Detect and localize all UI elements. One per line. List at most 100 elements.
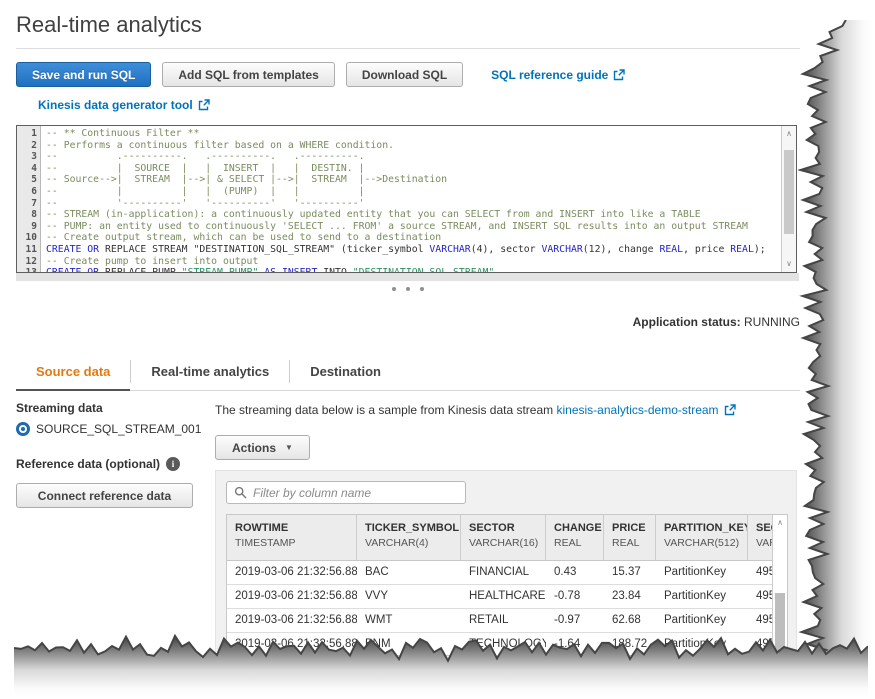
sql-reference-guide-link[interactable]: SQL reference guide — [491, 68, 625, 82]
sql-reference-guide-label: SQL reference guide — [491, 68, 608, 82]
sample-text: The streaming data below is a sample fro… — [215, 403, 553, 417]
column-header: SEQUENCE_NUMBERVARCHAR(128) — [748, 515, 774, 560]
actions-dropdown-button[interactable]: Actions ▼ — [215, 435, 310, 460]
table-cell: PartitionKey — [656, 609, 748, 632]
table-cell: 188.72 — [604, 633, 656, 656]
table-cell: HEALTHCARE — [461, 585, 546, 608]
page-title: Real-time analytics — [16, 12, 820, 38]
column-header: PRICEREAL — [604, 515, 656, 560]
editor-resize-handle[interactable] — [16, 284, 799, 291]
table-cell: -0.78 — [546, 585, 604, 608]
stream-radio-button[interactable] — [16, 422, 30, 436]
column-header: ROWTIMETIMESTAMP — [227, 515, 357, 560]
left-panel: Streaming data SOURCE_SQL_STREAM_001 Ref… — [16, 401, 215, 668]
table-row[interactable]: 2019-03-06 21:32:56.882WMTRETAIL-0.9762.… — [227, 609, 787, 633]
real-time-analytics-page: Real-time analytics Save and run SQL Add… — [0, 0, 820, 668]
table-cell: 4955 — [748, 609, 774, 632]
code-line: -- | SOURCE | | INSERT | | DESTIN. | — [46, 163, 781, 175]
table-row[interactable]: 2019-03-06 21:32:56.882BNMTECHNOLOGY-1.6… — [227, 633, 787, 656]
table-row[interactable]: 2019-03-06 21:32:56.882BACFINANCIAL0.431… — [227, 561, 787, 585]
table-cell: FINANCIAL — [461, 561, 546, 584]
demo-stream-link[interactable]: kinesis-analytics-demo-stream — [557, 403, 736, 417]
table-cell: TECHNOLOGY — [461, 633, 546, 656]
column-header: PARTITION_KEYVARCHAR(512) — [656, 515, 748, 560]
table-cell: VVY — [357, 585, 461, 608]
table-cell: 4955 — [748, 561, 774, 584]
editor-resize-bar[interactable] — [16, 273, 799, 281]
table-scrollbar[interactable]: ∧ — [772, 515, 787, 655]
table-cell: 15.37 — [604, 561, 656, 584]
table-cell: BNM — [357, 633, 461, 656]
scrollbar-thumb[interactable] — [784, 150, 794, 234]
tab-source-data[interactable]: Source data — [16, 353, 130, 391]
kinesis-data-generator-tool-label: Kinesis data generator tool — [38, 98, 193, 112]
application-status-value: RUNNING — [744, 315, 800, 329]
actions-label: Actions — [232, 441, 276, 455]
application-status: Application status: RUNNING — [16, 315, 800, 329]
scroll-down-icon[interactable]: ∨ — [782, 259, 796, 269]
streaming-data-label: Streaming data — [16, 401, 215, 415]
connect-reference-data-button[interactable]: Connect reference data — [16, 483, 193, 508]
download-sql-button[interactable]: Download SQL — [346, 62, 463, 87]
editor-code[interactable]: -- ** Continuous Filter **-- Performs a … — [41, 126, 781, 272]
scroll-up-icon[interactable]: ∧ — [773, 518, 787, 528]
save-and-run-sql-button[interactable]: Save and run SQL — [16, 62, 151, 87]
external-link-icon — [724, 404, 736, 416]
filter-input[interactable] — [226, 481, 466, 504]
source-data-panel: ROWTIMETIMESTAMPTICKER_SYMBOLVARCHAR(4)S… — [215, 470, 797, 668]
data-table: ROWTIMETIMESTAMPTICKER_SYMBOLVARCHAR(4)S… — [226, 514, 788, 656]
table-cell: -0.97 — [546, 609, 604, 632]
code-line: -- Source-->| STREAM |-->| & SELECT |-->… — [46, 174, 781, 186]
external-link-icon — [613, 69, 625, 81]
reference-data-label: Reference data (optional) — [16, 457, 160, 471]
code-line: -- STREAM (in-application): a continuous… — [46, 209, 781, 221]
table-cell: 23.84 — [604, 585, 656, 608]
sample-description: The streaming data below is a sample fro… — [215, 403, 800, 417]
editor-gutter: 12345678910111213 — [17, 126, 41, 272]
table-cell: 2019-03-06 21:32:56.882 — [227, 609, 357, 632]
table-cell: PartitionKey — [656, 633, 748, 656]
table-cell: 0.43 — [546, 561, 604, 584]
table-cell: RETAIL — [461, 609, 546, 632]
tab-real-time-analytics[interactable]: Real-time analytics — [131, 353, 289, 390]
table-cell: 62.68 — [604, 609, 656, 632]
info-icon[interactable]: i — [166, 457, 180, 471]
table-cell: 2019-03-06 21:32:56.882 — [227, 585, 357, 608]
table-cell: 4955 — [748, 633, 774, 656]
search-icon — [234, 486, 247, 499]
code-line: -- '----------' '----------' '----------… — [46, 198, 781, 210]
code-line: -- Performs a continuous filter based on… — [46, 140, 781, 152]
column-header: CHANGEREAL — [546, 515, 604, 560]
external-link-icon — [198, 99, 210, 111]
right-panel: The streaming data below is a sample fro… — [215, 401, 800, 668]
title-divider — [16, 48, 800, 49]
application-status-label: Application status: — [633, 315, 741, 329]
code-line: -- | | | (PUMP) | | | — [46, 186, 781, 198]
code-line: -- ** Continuous Filter ** — [46, 128, 781, 140]
content-area: Streaming data SOURCE_SQL_STREAM_001 Ref… — [16, 401, 800, 668]
table-cell: 2019-03-06 21:32:56.882 — [227, 633, 357, 656]
add-sql-from-templates-button[interactable]: Add SQL from templates — [162, 62, 334, 87]
code-line: -- PUMP: an entity used to continuously … — [46, 221, 781, 233]
table-cell: PartitionKey — [656, 585, 748, 608]
chevron-down-icon: ▼ — [285, 443, 293, 452]
tab-destination[interactable]: Destination — [290, 353, 401, 390]
table-cell: BAC — [357, 561, 461, 584]
table-body: 2019-03-06 21:32:56.882BACFINANCIAL0.431… — [227, 561, 787, 656]
table-header: ROWTIMETIMESTAMPTICKER_SYMBOLVARCHAR(4)S… — [227, 515, 787, 561]
kinesis-data-generator-tool-link[interactable]: Kinesis data generator tool — [38, 98, 210, 112]
toolbar: Save and run SQL Add SQL from templates … — [16, 62, 820, 87]
column-header: TICKER_SYMBOLVARCHAR(4) — [357, 515, 461, 560]
table-cell: WMT — [357, 609, 461, 632]
code-line: -- Create pump to insert into output — [46, 256, 781, 268]
column-header: SECTORVARCHAR(16) — [461, 515, 546, 560]
demo-stream-link-label: kinesis-analytics-demo-stream — [557, 403, 719, 417]
scroll-up-icon[interactable]: ∧ — [782, 129, 796, 139]
editor-scrollbar[interactable]: ∧ ∨ — [781, 126, 796, 272]
sql-editor[interactable]: 12345678910111213 -- ** Continuous Filte… — [16, 125, 797, 273]
tab-bar: Source dataReal-time analyticsDestinatio… — [16, 353, 800, 391]
stream-option-label: SOURCE_SQL_STREAM_001 — [36, 422, 201, 436]
table-cell: -1.64 — [546, 633, 604, 656]
table-row[interactable]: 2019-03-06 21:32:56.882VVYHEALTHCARE-0.7… — [227, 585, 787, 609]
scrollbar-thumb[interactable] — [775, 593, 785, 653]
